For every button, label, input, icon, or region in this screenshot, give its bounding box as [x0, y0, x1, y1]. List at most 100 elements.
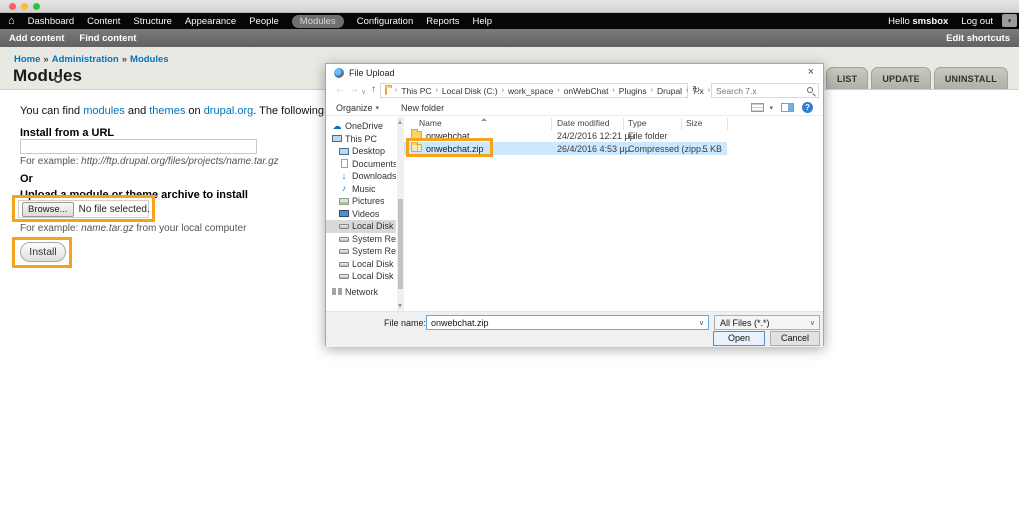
history-chevron-icon[interactable]: ∨: [361, 87, 366, 99]
open-button[interactable]: Open: [713, 331, 765, 346]
menu-configuration[interactable]: Configuration: [357, 16, 414, 27]
file-name-combo: ∨: [426, 315, 709, 330]
back-icon[interactable]: ←: [335, 84, 345, 96]
column-date-modified[interactable]: Date modified: [557, 118, 609, 128]
tree-scrollbar[interactable]: [397, 117, 404, 311]
column-size[interactable]: Size: [686, 118, 703, 128]
add-content-link[interactable]: Add content: [9, 33, 64, 44]
file-row-onwebchat-zip-selected[interactable]: onwebchat.zip 26/4/2016 4:53 μμ Compress…: [404, 142, 727, 155]
tree-item-videos[interactable]: Videos: [326, 208, 396, 221]
column-type[interactable]: Type: [628, 118, 646, 128]
tree-item-desktop[interactable]: Desktop: [326, 145, 396, 158]
tree-item-local-disk-g[interactable]: Local Disk (G:): [326, 270, 396, 283]
menu-modules-active[interactable]: Modules: [291, 14, 344, 28]
file-upload-field: Browse... No file selected.: [18, 200, 150, 218]
file-name-label: File name:: [384, 318, 427, 328]
dialog-title: File Upload: [349, 68, 395, 78]
menu-people[interactable]: People: [249, 16, 279, 27]
modules-link[interactable]: modules: [83, 105, 125, 117]
breadcrumb-administration[interactable]: Administration: [52, 54, 119, 65]
url-input[interactable]: [20, 139, 257, 154]
tab-uninstall[interactable]: UNINSTALL: [933, 67, 1008, 89]
menu-dashboard[interactable]: Dashboard: [28, 16, 74, 27]
chevron-down-icon: ▾: [1007, 17, 1012, 25]
macos-titlebar: [0, 0, 1019, 13]
dialog-close-icon[interactable]: ×: [808, 66, 814, 79]
tree-item-this-pc[interactable]: This PC: [326, 133, 396, 146]
scroll-down-icon[interactable]: [398, 304, 402, 308]
file-row-onwebchat-folder[interactable]: onwebchat 24/2/2016 12:21 μμ File folder: [404, 129, 727, 142]
path-plugins[interactable]: Plugins: [619, 86, 647, 96]
folder-icon: [385, 84, 392, 95]
path-local-disk-c[interactable]: Local Disk (C:): [442, 86, 498, 96]
path-breadcrumb: › This PC › Local Disk (C:) › work_space…: [395, 85, 711, 96]
primary-tabs: LIST UPDATE UNINSTALL: [826, 67, 1008, 89]
path-this-pc[interactable]: This PC: [401, 86, 431, 96]
file-type-select[interactable]: All Files (*.*) ∨: [714, 315, 820, 330]
zoom-window-icon[interactable]: [33, 3, 40, 10]
tab-list[interactable]: LIST: [826, 67, 869, 89]
path-drupal[interactable]: Drupal: [657, 86, 682, 96]
tree-item-music[interactable]: ♪ Music: [326, 183, 396, 196]
disk-icon: [339, 223, 349, 230]
find-content-link[interactable]: Find content: [79, 33, 136, 44]
scrollbar-thumb[interactable]: [398, 199, 403, 289]
tree-item-network[interactable]: Network: [326, 286, 396, 299]
forward-icon[interactable]: →: [349, 84, 359, 96]
menu-help[interactable]: Help: [473, 16, 493, 27]
tree-item-downloads[interactable]: ↓ Downloads: [326, 170, 396, 183]
username[interactable]: smsbox: [912, 16, 948, 27]
desktop-icon: [339, 147, 349, 155]
tree-item-documents[interactable]: Documents: [326, 158, 396, 171]
downloads-icon: ↓: [341, 170, 347, 181]
or-label: Or: [20, 173, 33, 185]
preview-pane-icon[interactable]: [781, 103, 794, 112]
edit-shortcuts-link[interactable]: Edit shortcuts: [946, 33, 1010, 44]
search-input[interactable]: [716, 85, 802, 96]
browse-button[interactable]: Browse...: [22, 201, 74, 217]
file-name-input[interactable]: [431, 317, 691, 328]
music-icon: ♪: [341, 183, 347, 194]
install-button[interactable]: Install: [20, 242, 66, 262]
tab-update[interactable]: UPDATE: [871, 67, 931, 89]
tree-item-local-disk-f[interactable]: Local Disk (F:): [326, 258, 396, 271]
tree-item-pictures[interactable]: Pictures: [326, 195, 396, 208]
refresh-icon[interactable]: ↻: [692, 85, 700, 96]
menu-content[interactable]: Content: [87, 16, 120, 27]
path-onwebchat[interactable]: onWebChat: [564, 86, 609, 96]
close-window-icon[interactable]: [9, 3, 16, 10]
column-name[interactable]: Name: [419, 118, 442, 128]
logout-link[interactable]: Log out: [961, 16, 993, 27]
file-name-chevron-icon[interactable]: ∨: [699, 319, 704, 327]
contextual-gear-icon[interactable]: [54, 75, 62, 83]
search-box: [711, 83, 819, 98]
path-work-space[interactable]: work_space: [508, 86, 553, 96]
menu-reports[interactable]: Reports: [426, 16, 459, 27]
url-example-text: For example: http://ftp.drupal.org/files…: [20, 156, 279, 167]
help-icon[interactable]: ?: [802, 102, 813, 113]
minimize-window-icon[interactable]: [21, 3, 28, 10]
cancel-button[interactable]: Cancel: [770, 331, 820, 346]
drupalorg-link[interactable]: drupal.org: [204, 105, 254, 117]
menu-structure[interactable]: Structure: [133, 16, 172, 27]
menu-appearance[interactable]: Appearance: [185, 16, 236, 27]
tree-item-system-reserved-1[interactable]: System Reserved: [326, 233, 396, 246]
tree-item-onedrive[interactable]: ☁ OneDrive: [326, 120, 396, 133]
toolbar-toggle-button[interactable]: ▾: [1002, 14, 1017, 27]
organize-menu[interactable]: Organize: [336, 103, 373, 113]
change-view-icon[interactable]: [751, 103, 765, 112]
new-folder-button[interactable]: New folder: [401, 103, 444, 113]
home-icon[interactable]: ⌂: [8, 16, 15, 27]
tree-item-system-reserved-2[interactable]: System Reserved: [326, 245, 396, 258]
views-chevron-icon[interactable]: ▾: [769, 104, 773, 112]
this-pc-icon: [332, 135, 342, 143]
address-bar[interactable]: › This PC › Local Disk (C:) › work_space…: [380, 83, 719, 98]
up-icon[interactable]: ↑: [371, 84, 376, 96]
explorer-nav-row: ← → ∨ ↑ › This PC › Local Disk (C:) › wo…: [326, 81, 823, 100]
scroll-up-icon[interactable]: [398, 120, 402, 124]
tree-item-local-disk-c[interactable]: Local Disk (C:): [326, 220, 396, 233]
breadcrumb-home[interactable]: Home: [14, 54, 40, 65]
themes-link[interactable]: themes: [149, 105, 185, 117]
file-upload-dialog: File Upload × ← → ∨ ↑ › This PC › Local …: [325, 63, 824, 347]
dialog-titlebar[interactable]: File Upload ×: [326, 64, 823, 81]
